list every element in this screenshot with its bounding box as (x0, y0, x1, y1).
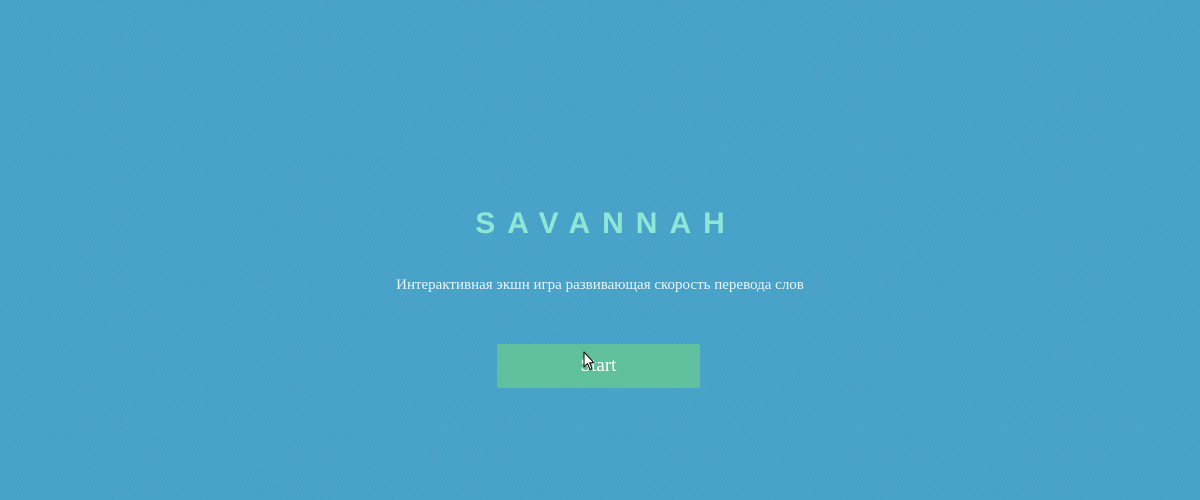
mouse-pointer-icon (583, 351, 595, 370)
game-description: Интерактивная экшн игра развивающая скор… (396, 277, 804, 293)
game-title: SAVANNAH (475, 207, 737, 240)
savannah-start-screen: SAVANNAH Интерактивная экшн игра развива… (0, 0, 1200, 500)
start-button[interactable]: Start (497, 344, 700, 388)
